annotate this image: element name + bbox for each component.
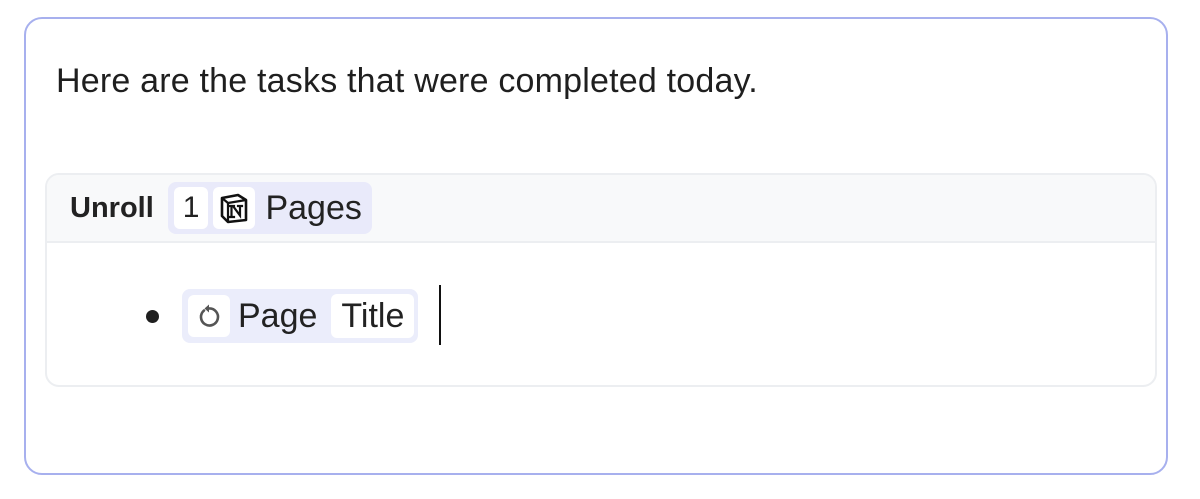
unroll-header: Unroll 1 Pages xyxy=(47,175,1155,243)
text-cursor xyxy=(439,285,441,345)
message-text: Here are the tasks that were completed t… xyxy=(56,62,758,100)
message-editor[interactable]: Here are the tasks that were completed t… xyxy=(24,17,1168,475)
list-bullet xyxy=(146,310,159,323)
page-title-word-2: Title xyxy=(331,294,415,338)
unroll-label: Unroll xyxy=(70,191,154,224)
refresh-icon xyxy=(188,295,230,337)
unroll-list: Page Title xyxy=(47,243,1155,385)
unroll-block: Unroll 1 Pages Page Title xyxy=(45,173,1157,387)
page-title-chip[interactable]: Page Title xyxy=(182,289,419,343)
notion-logo-icon xyxy=(213,187,256,229)
page-title-word-1: Page xyxy=(238,297,318,335)
source-label: Pages xyxy=(265,188,362,227)
source-chip[interactable]: 1 Pages xyxy=(167,182,372,234)
source-count: 1 xyxy=(173,187,209,229)
